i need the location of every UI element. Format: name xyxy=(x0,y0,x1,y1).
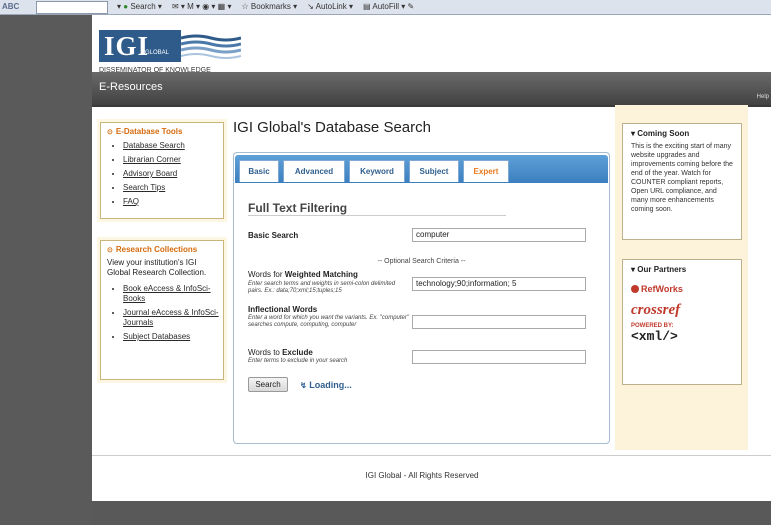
toolbar-autolink-button[interactable]: ↘ AutoLink ▾ xyxy=(307,2,353,11)
research-collections-list: Book eAccess & InfoSci-Books Journal eAc… xyxy=(101,284,223,342)
left-background xyxy=(0,15,92,525)
spellcheck-icon[interactable]: ABC xyxy=(2,2,19,11)
crossref-logo[interactable]: crossref xyxy=(631,302,683,319)
toolbar-autofill-label: AutoFill xyxy=(372,2,400,11)
toolbar-search-box[interactable] xyxy=(36,1,108,14)
link-journal-eaccess[interactable]: Journal eAccess & InfoSci-Journals xyxy=(123,308,223,328)
toolbar-search-label: Search xyxy=(130,2,156,11)
tab-expert[interactable]: Expert xyxy=(463,160,509,182)
tab-keyword[interactable]: Keyword xyxy=(349,160,405,182)
footer: IGI Global - All Rights Reserved xyxy=(92,455,771,502)
logo-global: GLOBAL xyxy=(145,50,170,56)
search-tab-bar: Basic Advanced Keyword Subject Expert xyxy=(235,155,608,183)
igi-global-logo[interactable]: IGI GLOBAL DISSEMINATOR OF KNOWLEDGE xyxy=(99,30,241,74)
link-subject-databases[interactable]: Subject Databases xyxy=(123,332,223,342)
page-title: IGI Global's Database Search xyxy=(233,119,431,136)
bullet-arrow-icon: ⊙ xyxy=(107,247,113,254)
section-title: Full Text Filtering xyxy=(248,201,348,215)
browser-toolbar: ABC ▾ ● Search ▾ ✉ ▾ M ▾ ◉ ▾ ▦ ▾ ☆ Bookm… xyxy=(0,0,771,15)
toolbar-bookmarks-button[interactable]: ☆ Bookmarks ▾ xyxy=(241,2,297,11)
logo-text: IGI xyxy=(104,31,150,61)
tab-advanced[interactable]: Advanced xyxy=(283,160,345,182)
dropdown-arrow-icon: ▾ xyxy=(631,265,636,274)
inflectional-words-input[interactable] xyxy=(412,315,586,329)
logo-waves-icon xyxy=(181,34,241,59)
toolbar-icons[interactable]: ✉ ▾ M ▾ ◉ ▾ ▦ ▾ xyxy=(172,2,232,11)
coming-soon-heading: ▾ Coming Soon xyxy=(631,129,690,138)
nav-help-link[interactable]: Help xyxy=(757,94,769,100)
optional-criteria-label: -- Optional Search Criteria -- xyxy=(377,258,466,265)
database-tools-heading: ⊙ E-Database Tools xyxy=(107,127,183,136)
loading-spinner-icon: ↯ xyxy=(300,381,307,390)
toolbar-autolink-label: AutoLink xyxy=(315,2,347,11)
link-database-search[interactable]: Database Search xyxy=(123,141,223,151)
basic-search-input[interactable]: computer xyxy=(412,228,586,242)
loading-indicator: ↯ Loading... xyxy=(300,380,352,390)
footer-copyright: IGI Global - All Rights Reserved xyxy=(365,471,479,480)
dropdown-arrow-icon: ▾ xyxy=(631,129,636,138)
weighted-matching-hint: Enter search terms and weights in semi-c… xyxy=(248,281,396,294)
basic-search-label: Basic Search xyxy=(248,231,299,240)
exclude-words-label: Words to Exclude xyxy=(248,348,313,357)
weighted-matching-label: Words for Weighted Matching xyxy=(248,270,358,279)
toolbar-bookmarks-label: Bookmarks xyxy=(250,2,291,11)
research-collections-intro: View your institution's IGI Global Resea… xyxy=(107,258,207,277)
tab-basic[interactable]: Basic xyxy=(239,160,279,182)
inflectional-words-label: Inflectional Words xyxy=(248,305,318,314)
search-panel: Basic Advanced Keyword Subject Expert Fu… xyxy=(233,152,610,444)
logo-box: IGI xyxy=(99,30,181,62)
toolbar-search-button[interactable]: ▾ ● Search ▾ xyxy=(117,2,162,11)
partner-logos: RefWorks crossref POWERED BY: <xml/> xyxy=(631,284,683,344)
database-tools-list: Database Search Librarian Corner Advisor… xyxy=(101,141,223,207)
section-divider xyxy=(248,215,506,216)
coming-soon-text: This is the exciting start of many websi… xyxy=(631,143,733,213)
research-collections-heading: ⊙ Research Collections xyxy=(107,245,198,254)
link-search-tips[interactable]: Search Tips xyxy=(123,183,223,193)
weighted-matching-input[interactable]: technology;90;information; 5 xyxy=(412,277,586,291)
partners-box: ▾ Our Partners RefWorks crossref POWERED… xyxy=(622,259,742,385)
toolbar-autofill-button[interactable]: ▤ AutoFill ▾ ✎ xyxy=(363,2,414,11)
partners-heading: ▾ Our Partners xyxy=(631,265,687,274)
tab-subject[interactable]: Subject xyxy=(409,160,459,182)
nav-bar: E-Resources Help xyxy=(92,72,771,107)
exclude-words-hint: Enter terms to exclude in your search xyxy=(248,358,348,364)
refworks-logo[interactable]: RefWorks xyxy=(631,284,683,294)
inflectional-words-hint: Enter a word for which you want the vari… xyxy=(248,315,409,328)
link-librarian-corner[interactable]: Librarian Corner xyxy=(123,155,223,165)
database-tools-box: ⊙E-Database Tools Database Search Librar… xyxy=(100,122,224,219)
research-collections-box: ⊙ Research Collections View your institut… xyxy=(100,240,224,380)
exclude-words-input[interactable] xyxy=(412,350,586,364)
coming-soon-box: ▾ Coming Soon This is the exciting start… xyxy=(622,123,742,240)
page: IGI GLOBAL DISSEMINATOR OF KNOWLEDGE E-R… xyxy=(92,15,771,501)
link-faq[interactable]: FAQ xyxy=(123,197,223,207)
search-button[interactable]: Search xyxy=(248,377,288,392)
link-advisory-board[interactable]: Advisory Board xyxy=(123,169,223,179)
bullet-arrow-icon: ⊙ xyxy=(107,129,113,136)
nav-title[interactable]: E-Resources xyxy=(99,81,163,93)
link-book-eaccess[interactable]: Book eAccess & InfoSci-Books xyxy=(123,284,223,304)
xml-logo[interactable]: <xml/> xyxy=(631,329,683,344)
